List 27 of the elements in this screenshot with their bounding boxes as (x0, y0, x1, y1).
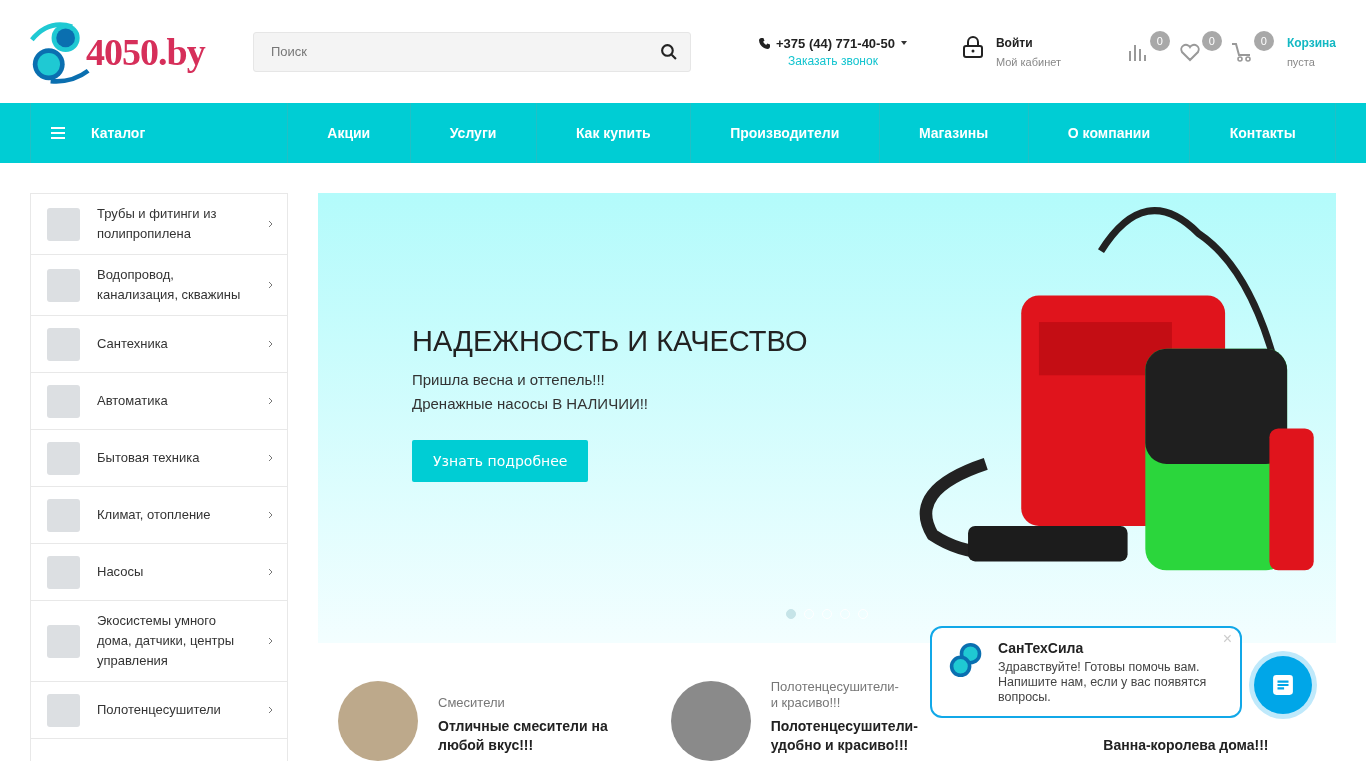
category-item[interactable]: Экосистемы умного дома, датчики, центры управления (31, 601, 287, 682)
banner-text: Пришла весна и оттепель!!! Дренажные насосы В НАЛИЧИИ!! (412, 369, 650, 414)
cart-count-badge: 0 (1253, 30, 1274, 51)
chat-message: Здравствуйте! Готовы помочь вам. Напишите нам, если у вас появятся вопросы. (998, 660, 1208, 705)
chat-sender-name: СанТехСила (998, 640, 1085, 656)
category-item[interactable]: Трубы и фитинги из полипропилена (31, 194, 287, 255)
favorites-count-badge: 0 (1201, 30, 1222, 51)
banner-title: НАДЕЖНОСТЬ И КАЧЕСТВО (412, 324, 808, 358)
category-item[interactable]: Бытовая техника (31, 430, 287, 487)
promo-title[interactable]: Ванна-королева дома!!! (1103, 736, 1269, 755)
phone-number[interactable]: +375 (44) 771-40-50 (776, 35, 895, 51)
login-link[interactable]: Войти (995, 35, 1061, 50)
category-item[interactable]: Водопровод, канализация, скважины (31, 255, 287, 316)
promo-label: Полотенцесушители- и красиво!!! (770, 679, 900, 711)
compare-count-badge: 0 (1149, 30, 1170, 51)
category-item[interactable]: Сантехника (31, 316, 287, 373)
category-item[interactable]: Полотенцесушители (31, 682, 287, 739)
search-field[interactable]: Поиск (253, 31, 691, 72)
logo-text[interactable]: 4050.by (86, 29, 205, 74)
promo-label: Смесители (438, 695, 506, 711)
category-item[interactable]: Климат, отопление (31, 487, 287, 544)
account-subtitle: Мой кабинет (995, 55, 1061, 68)
promo-title[interactable]: Отличные смесители на любой вкус!!! (438, 717, 610, 755)
cart-status: пуста (1286, 55, 1316, 68)
promo-title[interactable]: Полотенцесушители- удобно и красиво!!! (770, 717, 943, 755)
category-item[interactable]: Насосы (31, 544, 287, 601)
category-item[interactable]: Автоматика (31, 373, 287, 430)
